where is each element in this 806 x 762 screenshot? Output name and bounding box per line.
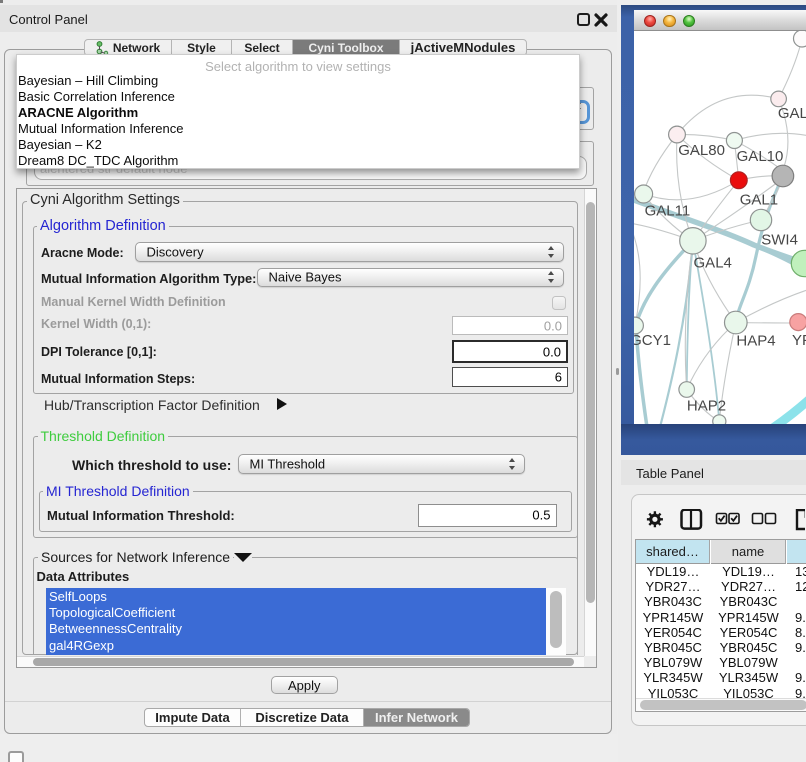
svg-text:SWI4: SWI4 — [761, 232, 798, 249]
svg-text:HAP4: HAP4 — [736, 333, 775, 350]
svg-text:GAL7: GAL7 — [778, 105, 806, 122]
svg-text:GAL4: GAL4 — [694, 255, 732, 272]
svg-text:GAL80: GAL80 — [678, 142, 725, 159]
svg-text:GAL1: GAL1 — [740, 192, 778, 209]
svg-text:GAL10: GAL10 — [737, 148, 784, 165]
svg-text:HAP2: HAP2 — [687, 398, 726, 415]
svg-text:YP: YP — [792, 332, 806, 349]
svg-text:GCY1: GCY1 — [634, 332, 671, 349]
svg-text:GAL11: GAL11 — [645, 203, 691, 220]
